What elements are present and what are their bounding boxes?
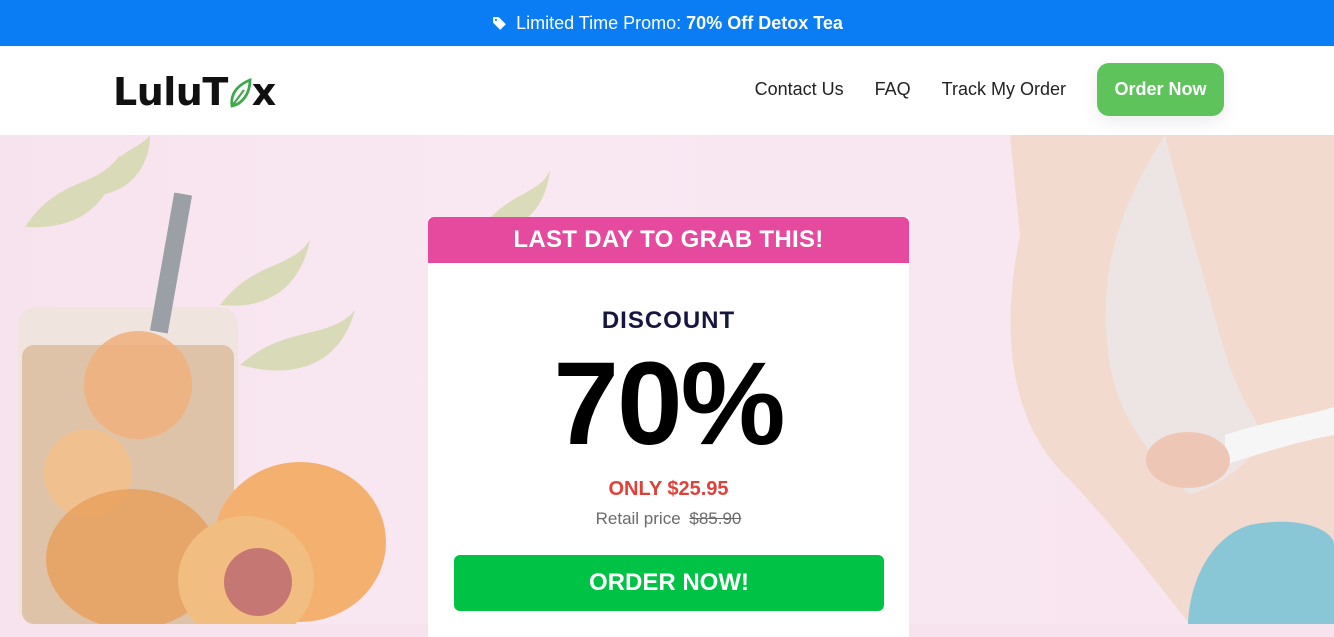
order-now-card-button[interactable]: ORDER NOW! [454, 555, 884, 611]
main-nav: Contact Us FAQ Track My Order Order Now [755, 63, 1224, 116]
site-header: LuluT x Contact Us FAQ Track My Order Or… [0, 46, 1334, 135]
nav-link-track-order[interactable]: Track My Order [942, 79, 1066, 100]
sale-price: ONLY $25.95 [608, 478, 729, 500]
promo-highlight: 70% Off Detox Tea [686, 12, 843, 33]
discount-value: 70% [553, 338, 785, 470]
nav-link-contact[interactable]: Contact Us [755, 79, 844, 100]
nav-link-faq[interactable]: FAQ [875, 79, 911, 100]
logo-text-left: LuluT [113, 70, 228, 114]
retail-price: Retail price $85.90 [428, 509, 909, 529]
leaf-icon [230, 77, 252, 108]
order-now-button[interactable]: Order Now [1097, 63, 1224, 116]
discount-card: LAST DAY TO GRAB THIS! DISCOUNT 70% ONLY… [428, 217, 909, 637]
retail-price-value: $85.90 [689, 509, 742, 528]
promo-bar: Limited Time Promo: 70% Off Detox Tea [0, 0, 1334, 46]
card-headline: LAST DAY TO GRAB THIS! [428, 217, 909, 263]
retail-price-label: Retail price [595, 509, 681, 528]
promo-text: Limited Time Promo: [516, 12, 682, 33]
logo[interactable]: LuluT x [113, 70, 276, 114]
tag-icon [493, 16, 506, 30]
discount-label: DISCOUNT [601, 307, 736, 334]
logo-text-right: x [251, 70, 277, 114]
